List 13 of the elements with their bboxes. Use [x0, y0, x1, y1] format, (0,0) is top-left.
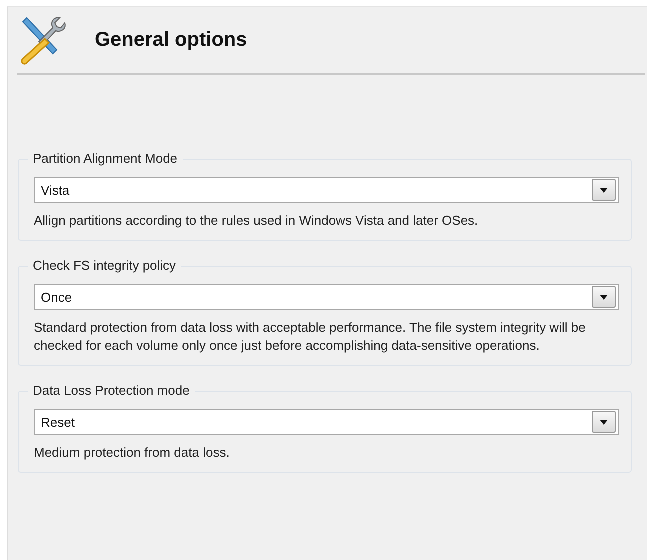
group-legend: Check FS integrity policy [28, 258, 182, 273]
description-text: Medium protection from data loss. [34, 444, 231, 462]
group-legend: Data Loss Protection mode [28, 383, 195, 398]
caret-icon [600, 188, 608, 192]
page-title: General options [95, 28, 248, 52]
dropdown[interactable]: Vista [34, 177, 619, 203]
description-text: Standard protection from data loss with acceptable performance. The file system integrity will be checked for each volume only once just before accomplishing data-sensitive operations. [34, 319, 587, 355]
description-text: Allign partitions according to the rules used in Windows Vista and later OSes. [34, 212, 480, 230]
dropdown[interactable]: Once [34, 284, 619, 310]
dropdown[interactable]: Reset [34, 409, 619, 435]
caret-icon [600, 294, 608, 300]
caret-icon [600, 420, 608, 424]
group-legend: Partition Alignment Mode [28, 151, 183, 166]
